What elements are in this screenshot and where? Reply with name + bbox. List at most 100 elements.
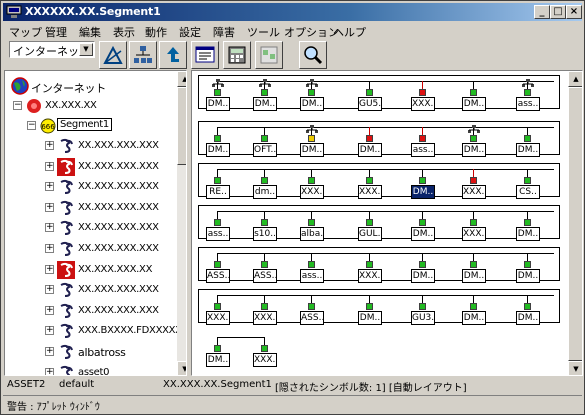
map-node[interactable]: DM.. [206,337,232,367]
map-node[interactable]: XXX.. [462,211,488,241]
map-node[interactable]: ass.. [300,253,326,283]
map-node[interactable]: DM.. [300,125,326,157]
menu-edit[interactable]: 編集 [79,24,101,40]
minimize-button[interactable]: _ [534,5,550,19]
status-led-icon [308,177,315,184]
expand-icon[interactable]: + [45,367,54,375]
map-node[interactable]: ASS.. [253,253,279,283]
menu-settings[interactable]: 設定 [179,24,201,40]
map-node[interactable]: DM.. [462,125,488,157]
expand-icon[interactable]: + [45,347,54,356]
map-vertical-scrollbar[interactable]: ▲ ▼ [568,71,582,375]
map-node[interactable]: ASS.. [206,253,232,283]
expand-icon[interactable]: + [45,223,54,233]
expand-icon[interactable]: + [45,244,54,253]
map-node[interactable]: dm.. [253,169,279,199]
draw-tool-button[interactable] [99,41,127,69]
menu-map[interactable]: マップ [9,24,42,40]
map-node[interactable]: DM.. [253,79,279,111]
map-node[interactable]: OFT.. [253,127,279,157]
calculator-button[interactable] [223,41,251,69]
map-node[interactable]: s10.. [253,211,279,241]
title-bar[interactable]: XXXXXX.XX.Segment1 _ □ × [3,3,582,21]
map-node[interactable]: XXX.. [411,81,437,111]
map-node[interactable]: XXX.. [358,169,384,199]
expand-icon[interactable]: + [45,326,54,336]
map-node[interactable]: RE.. [206,169,232,199]
map-node[interactable]: DM.. [516,253,542,283]
map-node[interactable]: XXX.. [253,295,279,325]
map-node[interactable]: XXX.. [358,253,384,283]
node-link [264,337,265,345]
map-node[interactable]: DM.. [411,253,437,283]
map-node[interactable]: DM.. [462,253,488,283]
topology-button[interactable] [129,41,157,69]
map-node[interactable]: DM.. [206,79,232,111]
map-node[interactable]: GUL.. [358,211,384,241]
menu-action[interactable]: 動作 [145,24,167,40]
collapse-icon[interactable]: − [13,101,22,110]
map-node[interactable]: DM.. [516,295,542,325]
map-node[interactable]: ass.. [411,127,437,157]
map-node[interactable]: GU5.. [358,81,384,111]
map-node[interactable]: GU3.. [411,295,437,325]
map-node-label: DM.. [516,311,540,325]
tree-vertical-scrollbar[interactable]: ▲ ▼ [177,71,186,375]
map-node[interactable]: DM.. [516,127,542,157]
map-node[interactable]: DM.. [300,79,326,111]
map-node[interactable]: DM.. [411,169,437,199]
maximize-button[interactable]: □ [550,5,566,19]
scroll-thumb[interactable] [568,87,582,361]
scroll-up-icon[interactable]: ▲ [568,71,582,87]
tree-panel[interactable]: インターネット − XX.XXX.XX − 666 Segment1 + XX.X… [4,70,187,376]
menu-fault[interactable]: 障害 [213,24,235,40]
expand-icon[interactable]: + [45,264,54,274]
map-node[interactable]: XXX.. [253,337,279,367]
menu-manage[interactable]: 管理 [45,24,67,40]
map-panel[interactable]: DM.. DM.. DM.. GU5.. XXX.. DM.. ass.. DM.. OFT..… [191,70,583,376]
network-select[interactable]: インターネット ▼ [9,41,95,58]
menu-tools[interactable]: ツール [247,24,280,40]
menu-options[interactable]: オプション [284,24,339,40]
collapse-icon[interactable]: − [27,121,36,130]
map-node[interactable]: CS.. [516,169,542,199]
status-mode: default [59,379,95,390]
node-link [217,253,218,261]
scroll-thumb[interactable] [177,87,186,165]
expand-icon[interactable]: + [45,202,54,212]
map-node-label: ASS.. [300,311,324,325]
map-node[interactable]: ass.. [206,211,232,241]
scroll-down-icon[interactable]: ▼ [177,361,186,375]
go-up-button[interactable] [159,41,187,69]
map-node[interactable]: DM.. [411,211,437,241]
map-node[interactable]: ASS.. [300,295,326,325]
expand-icon[interactable]: + [45,285,54,295]
map-node[interactable]: XXX.. [300,169,326,199]
map-node[interactable]: DM.. [206,127,232,157]
map-node[interactable]: XXX.. [206,295,232,325]
map-node[interactable]: ass.. [516,79,542,111]
map-node[interactable]: DM.. [462,295,488,325]
chevron-down-icon[interactable]: ▼ [79,43,93,56]
expand-icon[interactable]: + [45,161,54,171]
close-button[interactable]: × [566,5,582,19]
expand-icon[interactable]: + [45,182,54,192]
map-node[interactable]: DM.. [462,81,488,111]
expand-icon[interactable]: + [45,141,54,150]
menu-view[interactable]: 表示 [113,24,135,40]
menu-help[interactable]: ヘルプ [333,24,366,40]
map-node[interactable]: DM.. [358,127,384,157]
map-node[interactable]: XXX.. [462,169,488,199]
host-icon [60,344,73,359]
properties-button[interactable] [191,41,219,69]
map-node[interactable]: DM.. [516,211,542,241]
expand-icon[interactable]: + [45,305,54,315]
scroll-up-icon[interactable]: ▲ [177,71,186,87]
layout-button[interactable] [255,41,283,69]
node-link [264,295,265,303]
tree-root-label: インターネット [31,82,106,95]
map-node[interactable]: alba.. [300,211,326,241]
search-button[interactable] [299,41,327,69]
scroll-down-icon[interactable]: ▼ [568,361,582,375]
map-node[interactable]: DM.. [358,295,384,325]
